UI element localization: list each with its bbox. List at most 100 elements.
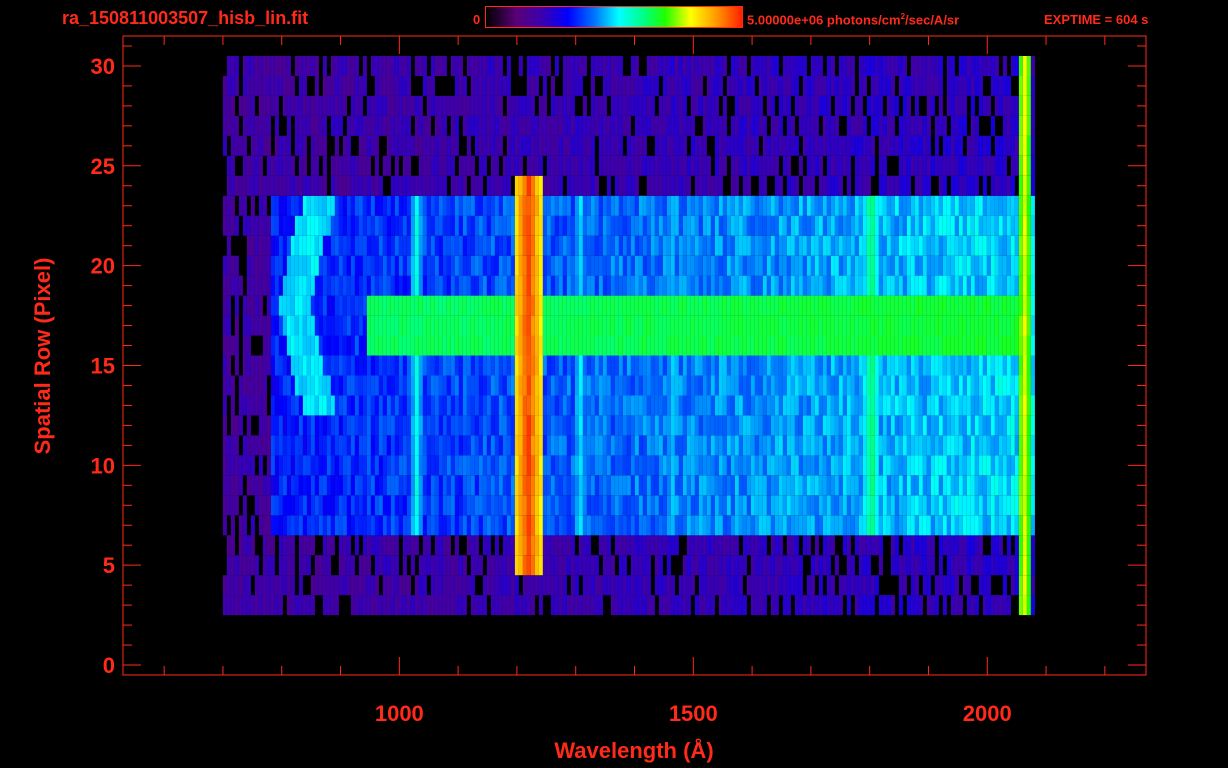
heatmap-cell	[686, 435, 691, 456]
heatmap-cell	[470, 235, 475, 256]
heatmap-cell	[554, 155, 559, 176]
heatmap-cell	[250, 295, 255, 316]
heatmap-cell	[338, 555, 343, 576]
heatmap-cell	[450, 515, 455, 536]
heatmap-cell	[506, 75, 511, 96]
heatmap-cell	[1006, 195, 1011, 216]
heatmap-cell	[970, 515, 975, 536]
heatmap-cell	[614, 275, 619, 296]
heatmap-cell	[546, 575, 551, 596]
heatmap-cell	[606, 295, 611, 316]
heatmap-cell	[1018, 435, 1023, 456]
heatmap-cell	[394, 455, 399, 476]
heatmap-cell	[618, 155, 623, 176]
heatmap-cell	[994, 335, 999, 356]
heatmap-cell	[630, 255, 635, 276]
heatmap-cell	[686, 495, 691, 516]
heatmap-cell	[454, 415, 459, 436]
heatmap-cell	[914, 195, 919, 216]
heatmap-cell	[506, 555, 511, 576]
heatmap-cell	[570, 275, 575, 296]
heatmap-cell	[522, 595, 527, 616]
heatmap-cell	[1010, 555, 1015, 576]
heatmap-cell	[870, 455, 875, 476]
heatmap-cell	[626, 455, 631, 476]
heatmap-cell	[318, 515, 323, 536]
heatmap-cell	[846, 275, 851, 296]
heatmap-cell	[462, 455, 467, 476]
heatmap-cell	[258, 455, 263, 476]
heatmap-cell	[854, 95, 859, 116]
heatmap-cell	[1014, 315, 1019, 336]
heatmap-cell	[566, 395, 571, 416]
heatmap-cell	[378, 495, 383, 516]
heatmap-cell	[926, 95, 931, 116]
heatmap-cell	[586, 335, 591, 356]
heatmap-cell	[830, 375, 835, 396]
heatmap-cell	[986, 295, 991, 316]
heatmap-cell	[638, 495, 643, 516]
heatmap-cell	[666, 195, 671, 216]
heatmap-cell	[542, 455, 547, 476]
heatmap-cell	[610, 155, 615, 176]
heatmap-cell	[638, 455, 643, 476]
heatmap-cell	[286, 495, 291, 516]
heatmap-cell	[886, 595, 891, 616]
heatmap-cell	[898, 495, 903, 516]
heatmap-cell	[610, 135, 615, 156]
heatmap-cell	[698, 375, 703, 396]
heatmap-cell	[418, 115, 423, 136]
heatmap-cell	[914, 255, 919, 276]
heatmap-cell	[738, 455, 743, 476]
heatmap-cell	[334, 95, 339, 116]
heatmap-cell	[586, 475, 591, 496]
heatmap-cell	[270, 495, 275, 516]
heatmap-cell	[614, 595, 619, 616]
heatmap-cell	[878, 115, 883, 136]
heatmap-cell	[954, 255, 959, 276]
heatmap-cell	[942, 495, 947, 516]
heatmap-cell	[694, 475, 699, 496]
heatmap-cell	[614, 455, 619, 476]
heatmap-cell	[950, 315, 955, 336]
heatmap-cell	[442, 315, 447, 336]
heatmap-cell	[294, 215, 299, 236]
heatmap-cell	[442, 515, 447, 536]
heatmap-cell	[762, 435, 767, 456]
heatmap-cell	[662, 415, 667, 436]
heatmap-cell	[814, 215, 819, 236]
heatmap-cell	[602, 495, 607, 516]
heatmap-cell	[534, 395, 539, 416]
heatmap-cell	[618, 95, 623, 116]
heatmap-cell	[430, 595, 435, 616]
heatmap-cell	[546, 175, 551, 196]
heatmap-cell	[1018, 275, 1023, 296]
heatmap-cell	[382, 575, 387, 596]
heatmap-cell	[1026, 355, 1031, 376]
heatmap-cell	[842, 455, 847, 476]
heatmap-cell	[814, 435, 819, 456]
heatmap-cell	[674, 195, 679, 216]
heatmap-cell	[258, 575, 263, 596]
heatmap-cell	[606, 215, 611, 236]
heatmap-cell	[866, 455, 871, 476]
heatmap-cell	[426, 515, 431, 536]
heatmap-cell	[310, 95, 315, 116]
heatmap-cell	[718, 575, 723, 596]
heatmap-cell	[878, 375, 883, 396]
heatmap-cell	[554, 315, 559, 336]
heatmap-cell	[374, 475, 379, 496]
heatmap-cell	[934, 515, 939, 536]
heatmap-cell	[786, 415, 791, 436]
heatmap-cell	[578, 255, 583, 276]
heatmap-cell	[578, 235, 583, 256]
heatmap-cell	[670, 295, 675, 316]
heatmap-cell	[530, 95, 535, 116]
heatmap-cell	[926, 335, 931, 356]
heatmap-cell	[930, 595, 935, 616]
heatmap-cell	[570, 255, 575, 276]
heatmap-cell	[546, 515, 551, 536]
heatmap-cell	[1006, 135, 1011, 156]
heatmap-cell	[690, 135, 695, 156]
heatmap-cell	[682, 475, 687, 496]
